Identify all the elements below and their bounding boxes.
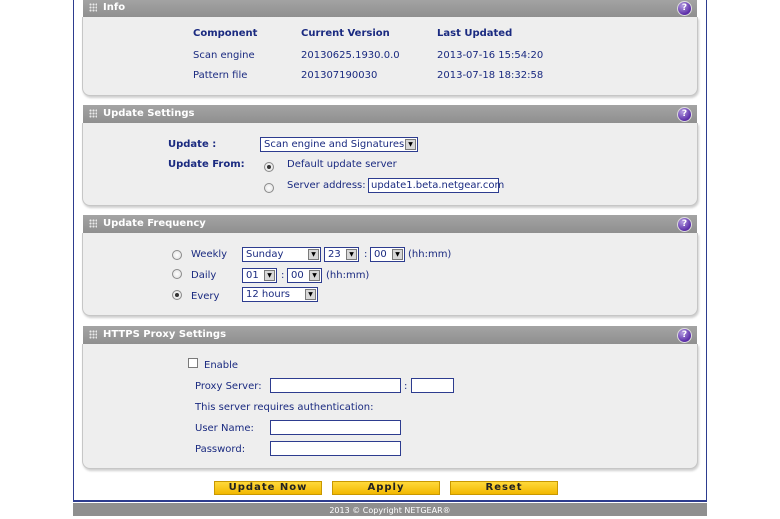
grip-icon [89,330,97,339]
username-label: User Name: [195,423,254,434]
server-address-radio[interactable] [264,183,274,193]
chevron-down-icon[interactable]: ▼ [305,289,316,300]
main-frame: Info ? Component Current Version Last Up… [73,0,707,502]
weekly-label: Weekly [191,249,228,260]
password-input[interactable] [270,441,401,456]
row-scan-engine-updated: 2013-07-16 15:54:20 [437,50,544,61]
help-icon[interactable]: ? [677,328,692,343]
enable-proxy-checkbox[interactable] [188,358,198,368]
https-proxy-header: HTTPS Proxy Settings ? [83,326,697,344]
chevron-down-icon[interactable]: ▼ [264,270,275,281]
update-settings-title: Update Settings [103,108,195,119]
weekly-hour-select[interactable]: 23 ▼ [324,247,359,262]
help-icon[interactable]: ? [677,217,692,232]
row-scan-engine-name: Scan engine [193,50,255,61]
update-frequency-section: Update Frequency ? Weekly Sunday ▼ 23 ▼ … [82,215,698,316]
col-header-component: Component [193,28,258,39]
update-type-select[interactable]: Scan engine and Signatures ▼ [260,137,418,152]
default-server-radio[interactable] [264,162,274,172]
update-from-label: Update From: [168,159,245,170]
update-frequency-title: Update Frequency [103,218,206,229]
chevron-down-icon[interactable]: ▼ [392,249,403,260]
daily-hour-value: 01 [246,270,259,281]
every-label: Every [191,291,220,302]
update-label: Update : [168,139,217,150]
weekly-radio[interactable] [172,250,182,260]
daily-minute-value: 00 [291,270,304,281]
daily-hhmm-label: (hh:mm) [326,270,370,281]
proxy-port-colon: : [404,381,408,392]
update-type-value: Scan engine and Signatures [264,139,405,150]
daily-label: Daily [191,270,217,281]
update-frequency-header: Update Frequency ? [83,215,697,233]
every-interval-select[interactable]: 12 hours ▼ [242,287,318,302]
help-icon[interactable]: ? [677,107,692,122]
server-address-label: Server address: [287,180,366,191]
weekly-minute-select[interactable]: 00 ▼ [370,247,405,262]
row-pattern-file-name: Pattern file [193,70,248,81]
row-pattern-file-version: 201307190030 [301,70,378,81]
auth-required-text: This server requires authentication: [195,402,374,413]
info-title: Info [103,2,126,13]
server-address-input[interactable]: update1.beta.netgear.com [368,178,504,193]
row-pattern-file-updated: 2013-07-18 18:32:58 [437,70,544,81]
default-server-label: Default update server [287,159,397,170]
weekly-hhmm-label: (hh:mm) [408,249,452,260]
grip-icon [89,3,97,12]
proxy-port-input[interactable] [411,378,454,393]
proxy-server-label: Proxy Server: [195,381,262,392]
info-header: Info ? [83,0,697,17]
chevron-down-icon[interactable]: ▼ [309,270,320,281]
grip-icon [89,109,97,118]
weekly-colon: : [364,249,368,260]
update-settings-header: Update Settings ? [83,105,697,123]
every-interval-value: 12 hours [246,289,291,300]
row-scan-engine-version: 20130625.1930.0.0 [301,50,400,61]
every-radio[interactable] [172,290,182,300]
update-now-button[interactable]: Update Now [214,481,322,495]
weekly-day-value: Sunday [246,249,284,260]
proxy-server-input[interactable] [270,378,401,393]
weekly-minute-value: 00 [374,249,387,260]
chevron-down-icon[interactable]: ▼ [308,249,319,260]
copyright-footer: 2013 © Copyright NETGEAR® [73,503,707,516]
col-header-last-updated: Last Updated [437,28,513,39]
daily-colon: : [281,270,285,281]
reset-button[interactable]: Reset [450,481,558,495]
daily-hour-select[interactable]: 01 ▼ [242,268,277,283]
weekly-day-select[interactable]: Sunday ▼ [242,247,321,262]
grip-icon [89,219,97,228]
https-proxy-title: HTTPS Proxy Settings [103,329,227,340]
password-label: Password: [195,444,246,455]
update-settings-section: Update Settings ? Update : Scan engine a… [82,105,698,206]
chevron-down-icon[interactable]: ▼ [405,139,416,150]
weekly-hour-value: 23 [328,249,341,260]
col-header-current-version: Current Version [301,28,390,39]
apply-button[interactable]: Apply [332,481,440,495]
daily-minute-select[interactable]: 00 ▼ [287,268,322,283]
help-icon[interactable]: ? [677,1,692,16]
info-section: Info ? Component Current Version Last Up… [82,0,698,96]
chevron-down-icon[interactable]: ▼ [346,249,357,260]
username-input[interactable] [270,420,401,435]
daily-radio[interactable] [172,269,182,279]
enable-proxy-label: Enable [204,360,239,371]
https-proxy-section: HTTPS Proxy Settings ? Enable Proxy Serv… [82,326,698,469]
